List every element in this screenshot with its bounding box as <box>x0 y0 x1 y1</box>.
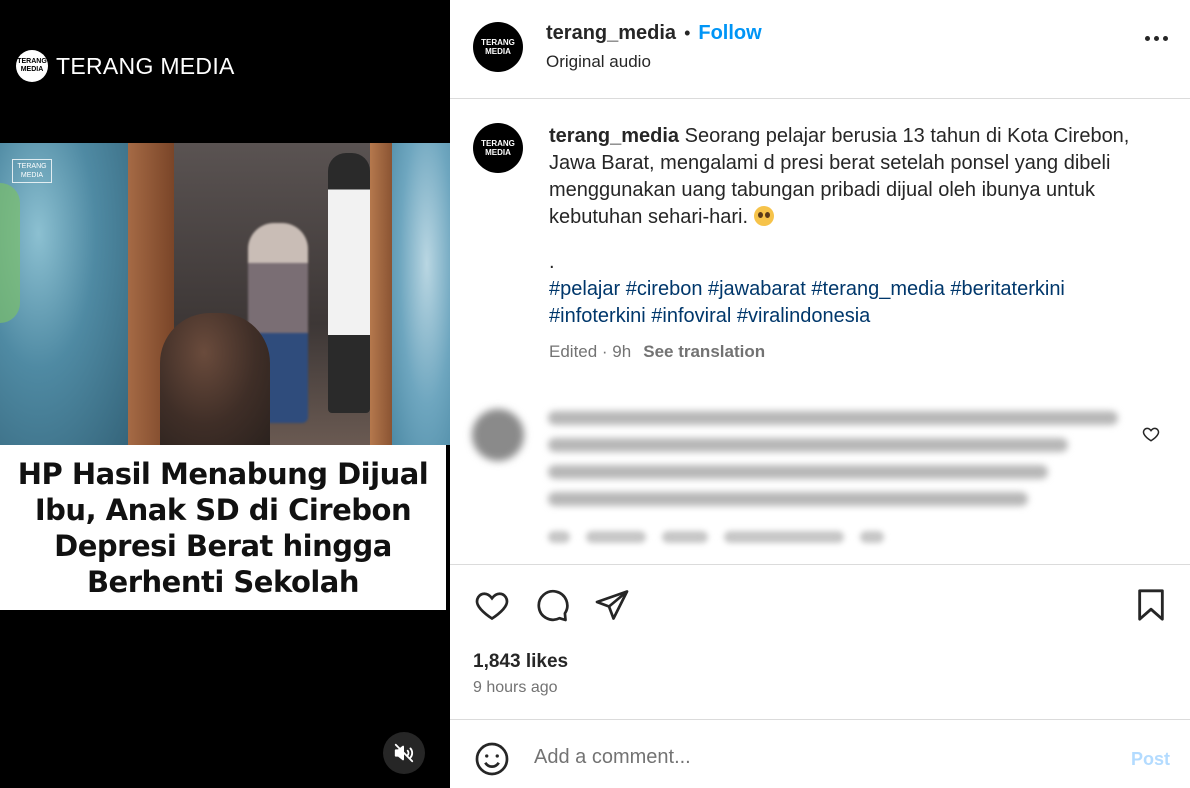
like-button[interactable] <box>473 587 511 628</box>
mute-button[interactable] <box>383 732 425 774</box>
caption-username[interactable]: terang_media <box>549 125 679 147</box>
speaker-muted-icon <box>394 743 414 763</box>
hashtags-line[interactable]: #pelajar #cirebon #jawabarat #terang_med… <box>549 276 1159 303</box>
separator-dot: • <box>684 23 691 43</box>
avatar[interactable]: TERANG MEDIA <box>473 22 523 72</box>
comment-text-blurred <box>548 411 1128 519</box>
comment-like-button[interactable] <box>1142 425 1160 448</box>
post-sidebar: TERANG MEDIA terang_media • Follow Origi… <box>450 0 1190 788</box>
avatar[interactable]: TERANG MEDIA <box>473 123 523 173</box>
heart-icon <box>475 592 509 621</box>
avatar[interactable] <box>472 409 524 461</box>
post-comment-button[interactable]: Post <box>1131 749 1170 770</box>
more-horizontal-icon <box>1145 36 1150 41</box>
brand-name: TERANG MEDIA <box>56 52 235 79</box>
audio-label[interactable]: Original audio <box>546 52 651 72</box>
share-button[interactable] <box>594 587 630 628</box>
post-header: TERANG MEDIA terang_media • Follow Origi… <box>450 0 1190 99</box>
save-button[interactable] <box>1134 587 1168 628</box>
person-figure <box>160 313 270 445</box>
see-translation-link[interactable]: See translation <box>643 342 765 361</box>
edited-timestamp: Edited · 9h <box>549 342 632 361</box>
comment-button[interactable] <box>534 587 570 628</box>
action-bar: 1,843 likes 9 hours ago <box>450 565 1190 720</box>
caption-section: TERANG MEDIA terang_media Seorang pelaja… <box>450 99 1190 565</box>
caption-meta: Edited · 9h See translation <box>549 338 1159 365</box>
video-headline: HP Hasil Menabung Dijual Ibu, Anak SD di… <box>0 445 446 610</box>
bookmark-icon <box>1138 589 1164 621</box>
header-username[interactable]: terang_media <box>546 22 676 45</box>
emoji-picker-button[interactable] <box>474 741 510 782</box>
likes-count[interactable]: 1,843 likes <box>473 651 568 673</box>
smiley-icon <box>475 742 509 776</box>
comment-input[interactable] <box>534 746 1094 769</box>
more-options-button[interactable] <box>1145 36 1168 41</box>
comment-icon <box>537 589 569 622</box>
brand-logo: TERANG MEDIA <box>16 50 48 82</box>
caption-dot: . <box>549 251 555 273</box>
brand-watermark: TERANG MEDIA TERANG MEDIA <box>16 50 235 82</box>
add-comment-bar: Post <box>450 721 1190 788</box>
video-frame: TERANG MEDIA <box>0 143 450 445</box>
heart-icon <box>1142 427 1160 442</box>
pleading-face-emoji <box>753 206 774 226</box>
follow-button[interactable]: Follow <box>698 22 761 45</box>
media-pane[interactable]: TERANG MEDIA TERANG MEDIA TERANG MEDIA H… <box>0 0 450 788</box>
comment-item <box>472 405 1172 555</box>
share-icon <box>595 590 629 620</box>
post-timestamp[interactable]: 9 hours ago <box>473 679 558 697</box>
video-watermark: TERANG MEDIA <box>12 159 52 183</box>
comment-meta-blurred <box>548 531 884 543</box>
hashtags[interactable]: #pelajar #cirebon #jawabarat #terang_med… <box>549 276 1159 330</box>
person-figure <box>328 153 370 413</box>
hashtags-line[interactable]: #infoterkini #infoviral #viralindonesia <box>549 303 1159 330</box>
caption-body: terang_media Seorang pelajar berusia 13 … <box>549 123 1159 365</box>
